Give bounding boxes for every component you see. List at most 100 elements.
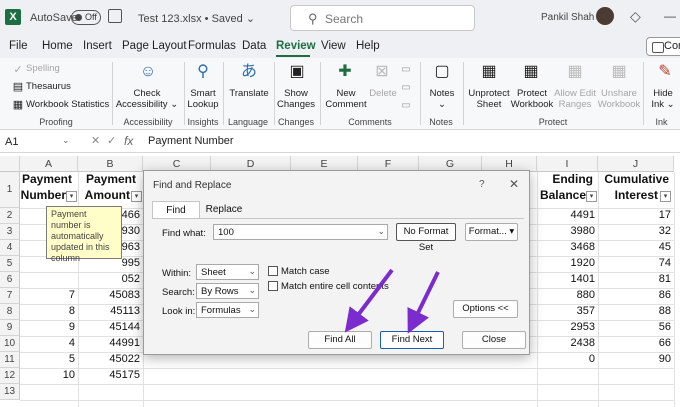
workbook-statistics-button[interactable]: Workbook Statistics <box>26 99 109 110</box>
table-cell[interactable]: 56 <box>598 321 674 333</box>
table-cell[interactable]: 4 <box>20 337 78 349</box>
table-cell[interactable]: 052 <box>78 273 143 285</box>
table-cell[interactable]: 45175 <box>78 369 143 381</box>
table-cell[interactable]: 3468 <box>537 241 598 253</box>
minimize-button[interactable]: — <box>664 9 676 23</box>
select-all-corner[interactable] <box>0 156 20 172</box>
table-cell[interactable]: 88 <box>598 305 674 317</box>
header-cell-i[interactable]: Ending <box>537 172 593 186</box>
insert-function-icon[interactable]: fx <box>124 134 133 148</box>
header-cell-b[interactable]: Amount <box>78 188 130 202</box>
tab-replace[interactable]: Replace <box>200 201 248 219</box>
translate-button[interactable]: Translate <box>226 88 272 99</box>
match-entire-cell-checkbox[interactable] <box>268 281 278 291</box>
enter-icon[interactable]: ✓ <box>107 134 116 147</box>
column-header[interactable]: A <box>20 156 78 172</box>
row-header[interactable]: 13 <box>0 384 20 400</box>
filter-dropdown-icon[interactable]: ▾ <box>586 191 597 202</box>
comments-button[interactable]: Con <box>646 37 680 56</box>
find-what-input[interactable]: 100 ⌄ <box>213 224 388 240</box>
row-header[interactable]: 2 <box>0 208 20 224</box>
premium-icon[interactable]: ◇ <box>630 8 641 25</box>
close-button[interactable]: Close <box>462 331 526 349</box>
header-cell-i[interactable]: Balance <box>537 188 586 202</box>
autosave-toggle[interactable]: Off <box>71 10 101 25</box>
notes-button[interactable]: Notes ⌄ <box>424 88 460 110</box>
table-cell[interactable]: 8 <box>20 305 78 317</box>
table-cell[interactable]: 32 <box>598 225 674 237</box>
menu-review[interactable]: Review <box>276 40 316 52</box>
formula-input[interactable]: Payment Number <box>148 135 234 147</box>
table-cell[interactable]: 1920 <box>537 257 598 269</box>
search-box[interactable]: ⚲ Search <box>290 5 475 31</box>
row-header[interactable]: 11 <box>0 352 20 368</box>
menu-formulas[interactable]: Formulas <box>188 40 236 52</box>
previous-comment-icon[interactable]: ▭ <box>400 60 412 80</box>
next-comment-icon[interactable]: ▭ <box>400 78 412 98</box>
row-header[interactable]: 12 <box>0 368 20 384</box>
hide-ink-button[interactable]: Hide Ink ⌄ <box>646 88 680 110</box>
thesaurus-button[interactable]: Thesaurus <box>26 81 71 92</box>
row-header[interactable]: 8 <box>0 304 20 320</box>
column-header[interactable]: J <box>598 156 674 172</box>
table-cell[interactable]: 880 <box>537 289 598 301</box>
column-header[interactable]: I <box>537 156 598 172</box>
table-cell[interactable]: 5 <box>20 353 78 365</box>
table-cell[interactable]: 44991 <box>78 337 143 349</box>
row-header[interactable]: 10 <box>0 336 20 352</box>
row-header[interactable]: 5 <box>0 256 20 272</box>
table-cell[interactable]: 90 <box>598 353 674 365</box>
table-cell[interactable]: 45 <box>598 241 674 253</box>
row-header[interactable]: 1 <box>0 172 20 208</box>
row-header[interactable]: 3 <box>0 224 20 240</box>
menu-page-layout[interactable]: Page Layout <box>122 40 187 52</box>
row-header[interactable]: 4 <box>0 240 20 256</box>
table-cell[interactable]: 2438 <box>537 337 598 349</box>
table-cell[interactable]: 45083 <box>78 289 143 301</box>
avatar[interactable] <box>596 7 614 25</box>
table-cell[interactable]: 45144 <box>78 321 143 333</box>
check-accessibility-button[interactable]: Check Accessibility ⌄ <box>114 88 180 110</box>
table-cell[interactable]: 9 <box>20 321 78 333</box>
format-button[interactable]: Format... ▾ <box>465 223 518 241</box>
protect-workbook-button[interactable]: Protect Workbook <box>510 88 554 110</box>
column-header[interactable]: B <box>78 156 143 172</box>
row-header[interactable]: 6 <box>0 272 20 288</box>
filter-dropdown-icon[interactable]: ▾ <box>660 191 671 202</box>
spelling-button[interactable]: Spelling <box>26 63 60 74</box>
header-cell-a[interactable]: Payment <box>20 172 72 186</box>
search-select[interactable]: By Rows ⌄ <box>196 283 259 299</box>
row-header[interactable]: 9 <box>0 320 20 336</box>
menu-data[interactable]: Data <box>242 40 266 52</box>
help-icon[interactable]: ? <box>479 179 485 190</box>
document-name[interactable]: Test 123.xlsx • Saved ⌄ <box>138 12 255 25</box>
header-cell-j[interactable]: Cumulative <box>598 172 669 186</box>
delete-comment-button[interactable]: Delete <box>368 88 398 99</box>
table-cell[interactable]: 17 <box>598 209 674 221</box>
within-select[interactable]: Sheet ⌄ <box>196 264 259 280</box>
table-cell[interactable]: 357 <box>537 305 598 317</box>
table-cell[interactable]: 45113 <box>78 305 143 317</box>
menu-file[interactable]: File <box>9 40 28 52</box>
table-cell[interactable]: 3980 <box>537 225 598 237</box>
table-cell[interactable]: 45022 <box>78 353 143 365</box>
unprotect-sheet-button[interactable]: Unprotect Sheet <box>466 88 512 110</box>
menu-help[interactable]: Help <box>356 40 380 52</box>
new-comment-button[interactable]: New Comment <box>324 88 368 110</box>
table-cell[interactable]: 2953 <box>537 321 598 333</box>
allow-edit-ranges-button[interactable]: Allow Edit Ranges <box>553 88 597 110</box>
header-cell-j[interactable]: Interest <box>598 188 658 202</box>
unshare-workbook-button[interactable]: Unshare Workbook <box>597 88 641 110</box>
find-next-button[interactable]: Find Next <box>380 331 444 349</box>
row-header[interactable]: 7 <box>0 288 20 304</box>
table-cell[interactable]: 81 <box>598 273 674 285</box>
table-cell[interactable]: 74 <box>598 257 674 269</box>
filter-dropdown-icon[interactable]: ▾ <box>131 191 142 202</box>
options-button[interactable]: Options << <box>453 300 518 318</box>
table-cell[interactable]: 1401 <box>537 273 598 285</box>
menu-home[interactable]: Home <box>42 40 73 52</box>
menu-view[interactable]: View <box>321 40 346 52</box>
table-cell[interactable]: 0 <box>537 353 598 365</box>
table-cell[interactable]: 7 <box>20 289 78 301</box>
header-cell-b[interactable]: Payment <box>78 172 136 186</box>
